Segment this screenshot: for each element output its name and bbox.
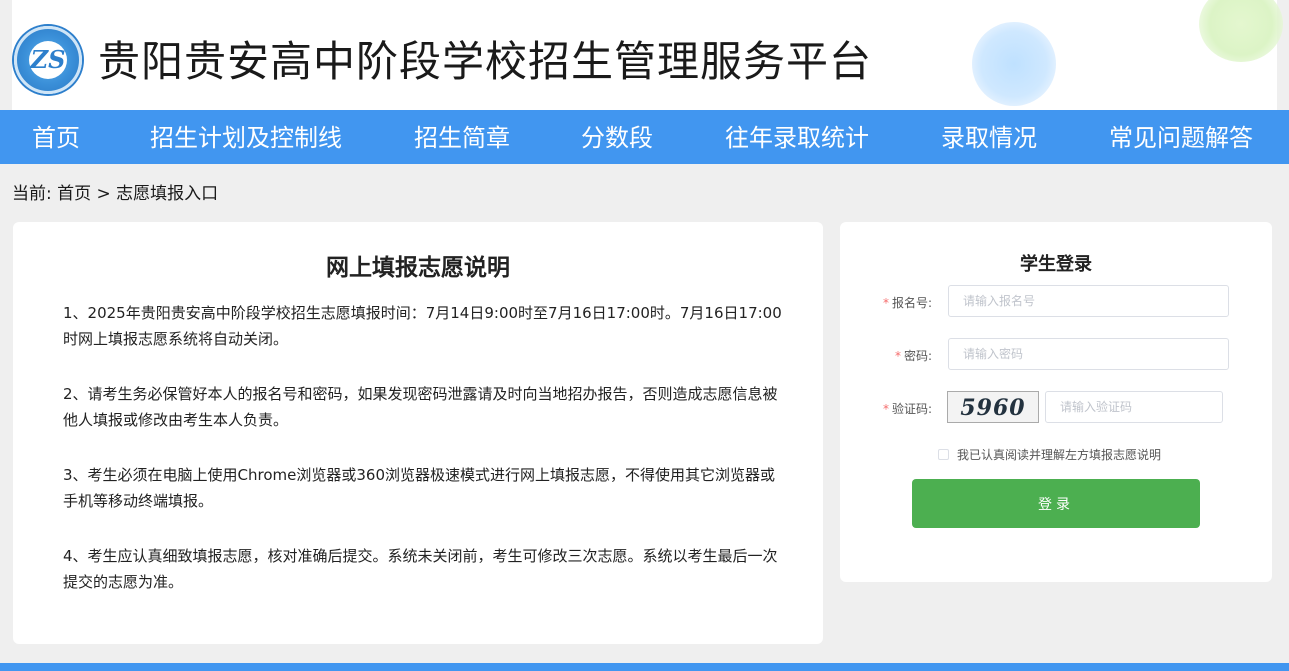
nav-item-enrollment-plan[interactable]: 招生计划及控制线 xyxy=(150,110,342,164)
registration-number-input[interactable] xyxy=(948,285,1229,317)
password-input[interactable] xyxy=(948,338,1229,370)
instruction-paragraph-1: 1、2025年贵阳贵安高中阶段学校招生志愿填报时间：7月14日9:00时至7月1… xyxy=(63,304,782,348)
instruction-paragraph-3: 3、考生必须在电脑上使用Chrome浏览器或360浏览器极速模式进行网上填报志愿… xyxy=(63,466,776,510)
header-left-gutter xyxy=(0,0,12,110)
breadcrumb: 当前: 首页 > 志愿填报入口 xyxy=(12,184,219,204)
nav-item-faq[interactable]: 常见问题解答 xyxy=(1109,110,1253,164)
footer-bar xyxy=(0,663,1289,671)
instruction-paragraph-2: 2、请考生务必保管好本人的报名号和密码，如果发现密码泄露请及时向当地招办报告，否… xyxy=(63,385,778,429)
logo-letters: ZS xyxy=(29,41,67,79)
nav-item-admission-guide[interactable]: 招生简章 xyxy=(414,110,510,164)
captcha-image[interactable]: 5960 xyxy=(947,391,1039,423)
checkbox-icon[interactable] xyxy=(938,449,949,460)
site-title: 贵阳贵安高中阶段学校招生管理服务平台 xyxy=(98,37,873,86)
nav-item-home[interactable]: 首页 xyxy=(32,110,80,164)
instructions-title: 网上填报志愿说明 xyxy=(326,255,510,281)
required-mark: * xyxy=(882,402,889,416)
agreement-text: 我已认真阅读并理解左方填报志愿说明 xyxy=(957,448,1162,462)
captcha-label: * 验证码: xyxy=(882,402,932,416)
instruction-paragraph-4: 4、考生应认真细致填报志愿，核对准确后提交。系统未关闭前，考生可修改三次志愿。系… xyxy=(63,547,778,591)
registration-number-label: * 报名号: xyxy=(882,296,932,310)
required-mark: * xyxy=(882,296,889,310)
login-button[interactable]: 登录 xyxy=(912,479,1200,528)
student-login-panel: 学生登录 *报名号: *密码: *验证码: 5960 我已认真阅读并理解左方填报… xyxy=(840,222,1272,582)
nav-item-past-statistics[interactable]: 往年录取统计 xyxy=(725,110,869,164)
site-header: ZS 贵阳贵安高中阶段学校招生管理服务平台 xyxy=(0,0,1289,110)
password-label: * 密码: xyxy=(894,349,932,363)
required-mark: * xyxy=(894,349,901,363)
decorative-bubble-green xyxy=(1199,0,1283,62)
nav-item-score-bands[interactable]: 分数段 xyxy=(581,110,653,164)
decorative-bubble-blue xyxy=(972,22,1056,106)
captcha-input[interactable] xyxy=(1045,391,1223,423)
agreement-checkbox[interactable]: 我已认真阅读并理解左方填报志愿说明 xyxy=(938,446,1161,463)
school-emblem-icon: ZS xyxy=(14,26,82,94)
main-nav: 首页 招生计划及控制线 招生简章 分数段 往年录取统计 录取情况 常见问题解答 xyxy=(0,110,1289,164)
login-title: 学生登录 xyxy=(1020,254,1092,275)
nav-item-admission-status[interactable]: 录取情况 xyxy=(941,110,1037,164)
